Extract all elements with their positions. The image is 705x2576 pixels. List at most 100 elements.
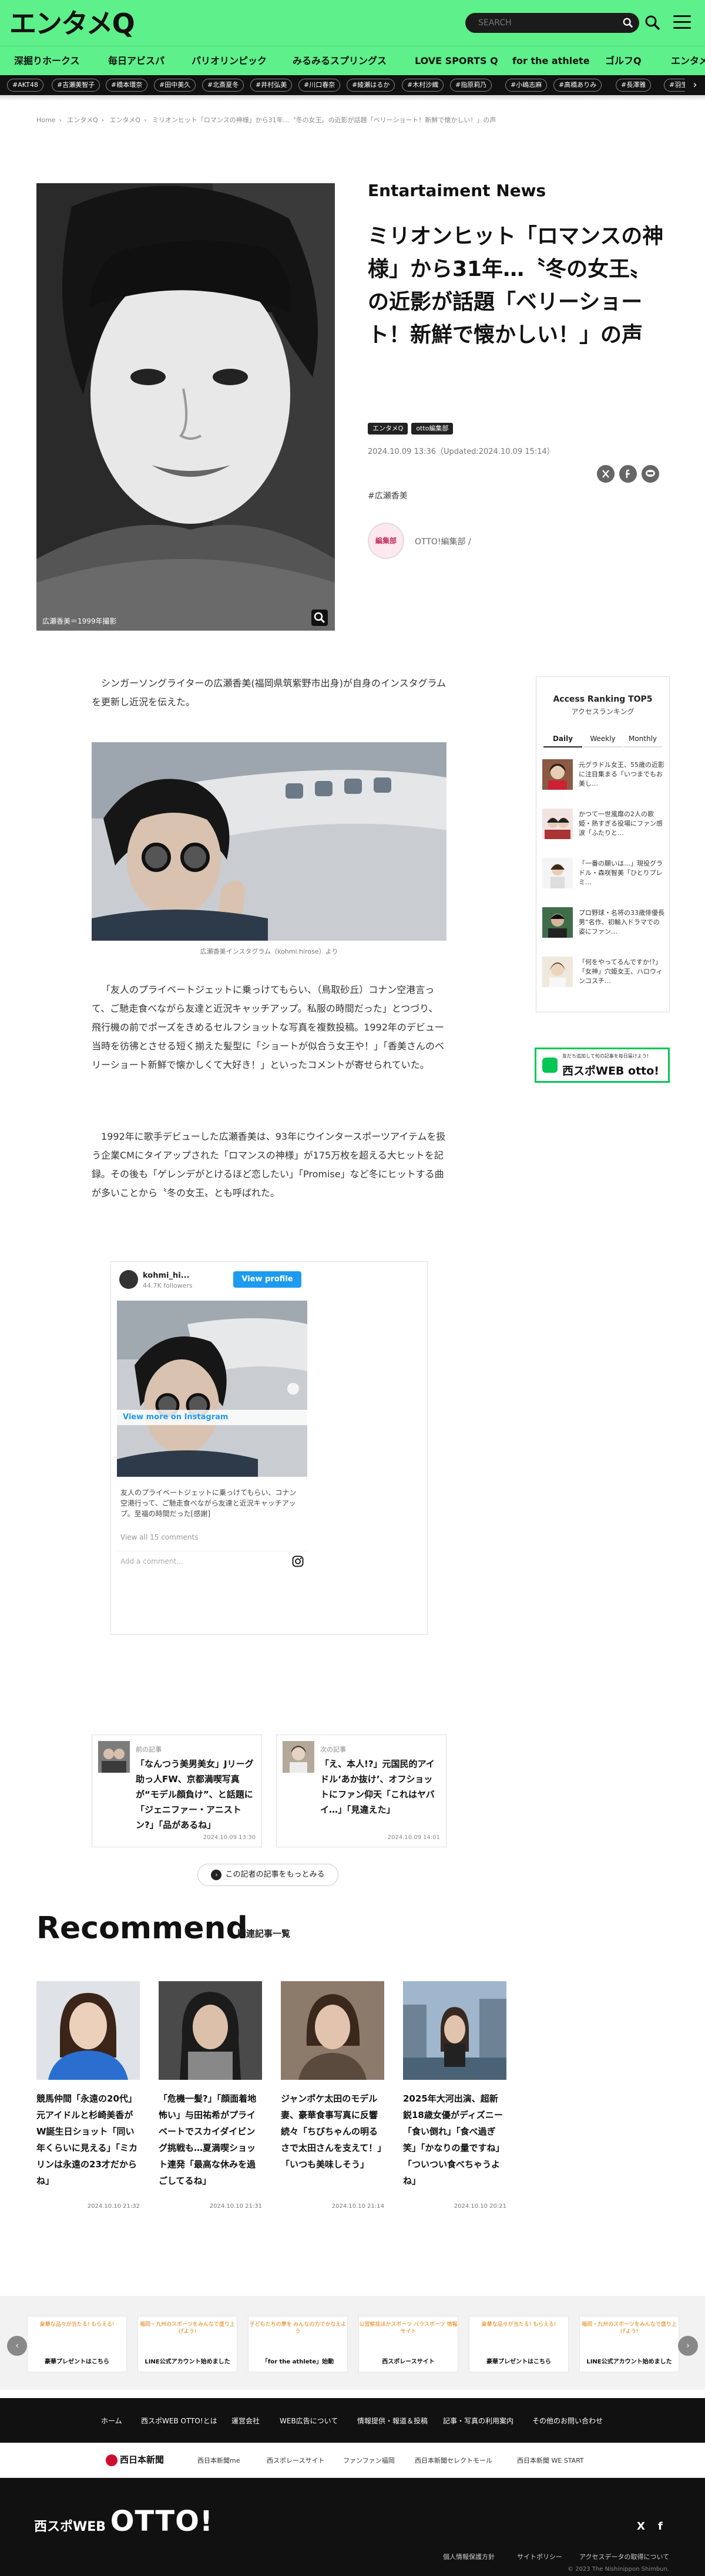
- tag-chip[interactable]: #AKT48: [7, 79, 43, 92]
- next-article-title[interactable]: 「え、本人!?」元国民的アイドル‘あか抜け’、オフショットにファン仰天「これはヤ…: [320, 1756, 441, 1817]
- tag-chip[interactable]: #長澤雅: [616, 79, 652, 92]
- footer-link[interactable]: WEB広告について: [280, 2416, 338, 2426]
- banner-card[interactable]: 公営競技ほかスポーツ パラスポーツ 情報サイト 西スポレースサイト: [358, 2316, 458, 2372]
- footer-link[interactable]: その他のお問い合わせ: [532, 2416, 603, 2426]
- tag-chip[interactable]: #吉瀬美智子: [52, 79, 100, 92]
- more-articles-label: この記者の記事をもっとみる: [225, 1870, 325, 1879]
- footer-link[interactable]: 運営会社: [231, 2416, 260, 2426]
- search-box[interactable]: SEARCH: [465, 13, 639, 33]
- nishinippon-logo[interactable]: 西日本新聞: [106, 2453, 164, 2466]
- ranking-tab-daily[interactable]: Daily: [543, 730, 582, 747]
- footer-link[interactable]: ホーム: [101, 2416, 122, 2426]
- article-hashtag[interactable]: #広瀬香美: [368, 490, 408, 501]
- line-friend-banner[interactable]: 友だち追加して旬の記事を毎日届けよう! 西スポWEB otto!: [535, 1048, 670, 1083]
- line-banner-small: 友だち追加して旬の記事を毎日届けよう!: [562, 1053, 649, 1059]
- nav-item[interactable]: for the athlete: [512, 46, 590, 76]
- view-more-instagram-link[interactable]: View more on Instagram: [117, 1410, 307, 1425]
- line-share-icon[interactable]: [642, 465, 659, 483]
- recommend-title[interactable]: 競馬仲間「永遠の20代」元アイドルと杉崎美香がW誕生日ショット「同い年くらいに見…: [36, 2090, 140, 2189]
- instagram-icon[interactable]: [292, 1555, 304, 1567]
- group-link[interactable]: 西日本新聞me: [197, 2456, 240, 2465]
- breadcrumb-item[interactable]: エンタメQ: [67, 116, 98, 124]
- instagram-photo[interactable]: View more on Instagram: [117, 1301, 307, 1477]
- ranking-item[interactable]: 「一番の願いは…」現役グラドル・森咲智美「ひとりプレミ…: [542, 858, 664, 893]
- nav-item[interactable]: エンタメQ: [671, 46, 705, 76]
- footer-fine-link[interactable]: 個人情報保護方針: [443, 2552, 495, 2561]
- group-link[interactable]: 西日本新聞 WE START: [517, 2456, 584, 2465]
- tag-chip[interactable]: #橋本環奈: [106, 79, 148, 92]
- breadcrumb-home[interactable]: Home: [36, 116, 55, 124]
- nav-item[interactable]: みるみるスプリングス: [293, 46, 387, 76]
- category-badge[interactable]: エンタメQ: [368, 423, 408, 435]
- x-share-icon[interactable]: [597, 465, 615, 483]
- otto-footer-logo[interactable]: 西スポWEB OTTO!: [34, 2505, 213, 2538]
- search-icon[interactable]: [623, 18, 633, 28]
- x-icon[interactable]: X: [637, 2520, 645, 2533]
- add-comment-input[interactable]: Add a comment...: [120, 1557, 183, 1565]
- banner-card[interactable]: 豪華な品々が当たる! もらえる! 豪華プレゼントはこちら: [469, 2316, 569, 2372]
- zoom-icon[interactable]: [311, 610, 328, 626]
- banner-card[interactable]: 福岡・九州のスポーツをみんなで盛り上げよう! LINE公式アカウント始めました: [579, 2316, 679, 2372]
- carousel-next-icon[interactable]: ›: [678, 2336, 698, 2356]
- instagram-avatar[interactable]: [119, 1270, 138, 1289]
- footer-link[interactable]: 情報提供・報道＆投稿: [357, 2416, 428, 2426]
- view-all-comments-link[interactable]: View all 15 comments: [120, 1533, 198, 1541]
- tag-scroll-right-icon[interactable]: ›: [685, 75, 705, 95]
- tag-chip[interactable]: #小嶋志麻: [505, 79, 548, 92]
- author-name[interactable]: OTTO!編集部 /: [415, 536, 471, 547]
- nav-item[interactable]: パリオリンピック: [192, 46, 267, 76]
- tag-chip[interactable]: #木村沙織: [402, 79, 444, 92]
- recommend-thumbnail: [403, 1981, 506, 2080]
- nav-item[interactable]: ゴルフQ: [605, 46, 642, 76]
- view-profile-button[interactable]: View profile: [233, 1271, 301, 1288]
- hero-photo[interactable]: 広瀬香美＝1999年撮影: [36, 183, 335, 631]
- recommend-title[interactable]: ジャンポケ太田のモデル妻、豪華食事写真に反響続々「ちびちゃんの明るさで太田さんを…: [281, 2090, 384, 2173]
- ranking-item[interactable]: 「何をやってるんですか!?」「女神」穴姫女王、ハロウィンコスチ…: [542, 957, 664, 992]
- instagram-username[interactable]: kohmi_hi...: [143, 1271, 190, 1280]
- footer-fine-link[interactable]: アクセスデータの取得について: [579, 2552, 669, 2561]
- nav-item[interactable]: LOVE SPORTS Q: [415, 46, 498, 76]
- facebook-share-icon[interactable]: [619, 465, 637, 483]
- previous-article-title[interactable]: 「なんつう美男美女」Jリーグ助っ人FW、京都満喫写真が“モデル顔負け”、と話題に…: [136, 1756, 257, 1833]
- tag-chip[interactable]: #高橋ありみ: [553, 79, 602, 92]
- nav-item[interactable]: 毎日アビスパ: [108, 46, 164, 76]
- author-badge[interactable]: otto編集部: [411, 423, 454, 435]
- tag-chip[interactable]: #田中美久: [154, 79, 196, 92]
- breadcrumb-item[interactable]: エンタメQ: [110, 116, 140, 124]
- hamburger-menu-icon[interactable]: [673, 15, 691, 31]
- group-link[interactable]: 西日本新聞セレクトモール: [415, 2456, 492, 2465]
- tag-chip[interactable]: #川口春奈: [298, 79, 341, 92]
- tag-chip[interactable]: #綾瀬はるか: [347, 79, 395, 92]
- tag-chip[interactable]: #井村弘美: [250, 79, 293, 92]
- ranking-item[interactable]: かつて一世風靡の2人の歌姫・熱すぎる役場にファン感涙「ふたりと…: [542, 809, 664, 844]
- banner-card[interactable]: 豪華な品々が当たる! もらえる! 豪華プレゼントはこちら: [27, 2316, 127, 2372]
- more-articles-button[interactable]: › この記者の記事をもっとみる: [197, 1864, 338, 1886]
- ranking-tab-monthly[interactable]: Monthly: [623, 730, 662, 747]
- facebook-icon[interactable]: f: [658, 2520, 663, 2533]
- author-avatar[interactable]: 編集部: [368, 523, 404, 559]
- article-photo[interactable]: [92, 742, 446, 941]
- banner-card[interactable]: 子どもたちの夢を みんなの力でかなえよう 「for the athlete」始動: [248, 2316, 348, 2372]
- footer-link[interactable]: 記事・写真の利用案内: [443, 2416, 513, 2426]
- search-input[interactable]: SEARCH: [478, 18, 512, 28]
- tag-chip[interactable]: #指原莉乃: [450, 79, 492, 92]
- carousel-prev-icon[interactable]: ‹: [7, 2336, 27, 2356]
- group-link[interactable]: 西スポレースサイト: [267, 2456, 324, 2465]
- ranking-item[interactable]: 元グラドル女王、55歳の近影に注目集まる「いつまでもお美し…: [542, 759, 664, 794]
- ranking-item[interactable]: プロ野球・名将の33歳俳優長男“名作、初輸入ドラマでの姿にファン…: [542, 907, 664, 942]
- recommend-title[interactable]: 2025年大河出演、超新鋭18歳女優がディズニー「食い倒れ」「食べ過ぎ笑」「かな…: [403, 2090, 506, 2189]
- recommend-title[interactable]: 「危機一髪?」「顔面着地怖い」与田祐希がプライベートでスカイダイビング挑戦も…夏…: [159, 2090, 262, 2189]
- site-logo[interactable]: エンタメQ: [9, 7, 135, 40]
- footer-fine-link[interactable]: サイトポリシー: [517, 2552, 562, 2561]
- tag-chip[interactable]: #北斎夏冬: [202, 79, 244, 92]
- previous-article-card[interactable]: 前の記事 「なんつう美男美女」Jリーグ助っ人FW、京都満喫写真が“モデル顔負け”…: [92, 1735, 262, 1847]
- search-toggle-icon[interactable]: [645, 15, 660, 31]
- banner-card[interactable]: 福岡・九州のスポーツをみんなで盛り上げよう! LINE公式アカウント始めました: [137, 2316, 237, 2372]
- footer-link[interactable]: 西スポWEB OTTO!とは: [141, 2416, 217, 2426]
- nav-item[interactable]: 深掘りホークス: [14, 46, 80, 76]
- ranking-tab-weekly[interactable]: Weekly: [583, 730, 622, 747]
- group-link[interactable]: ファンファン福岡: [343, 2456, 395, 2465]
- banner-carousel: ‹ 豪華な品々が当たる! もらえる! 豪華プレゼントはこちら 福岡・九州のスポー…: [0, 2296, 705, 2390]
- next-article-date: 2024.10.09 14:01: [387, 1834, 440, 1841]
- next-article-card[interactable]: 次の記事 「え、本人!?」元国民的アイドル‘あか抜け’、オフショットにファン仰天…: [276, 1735, 446, 1847]
